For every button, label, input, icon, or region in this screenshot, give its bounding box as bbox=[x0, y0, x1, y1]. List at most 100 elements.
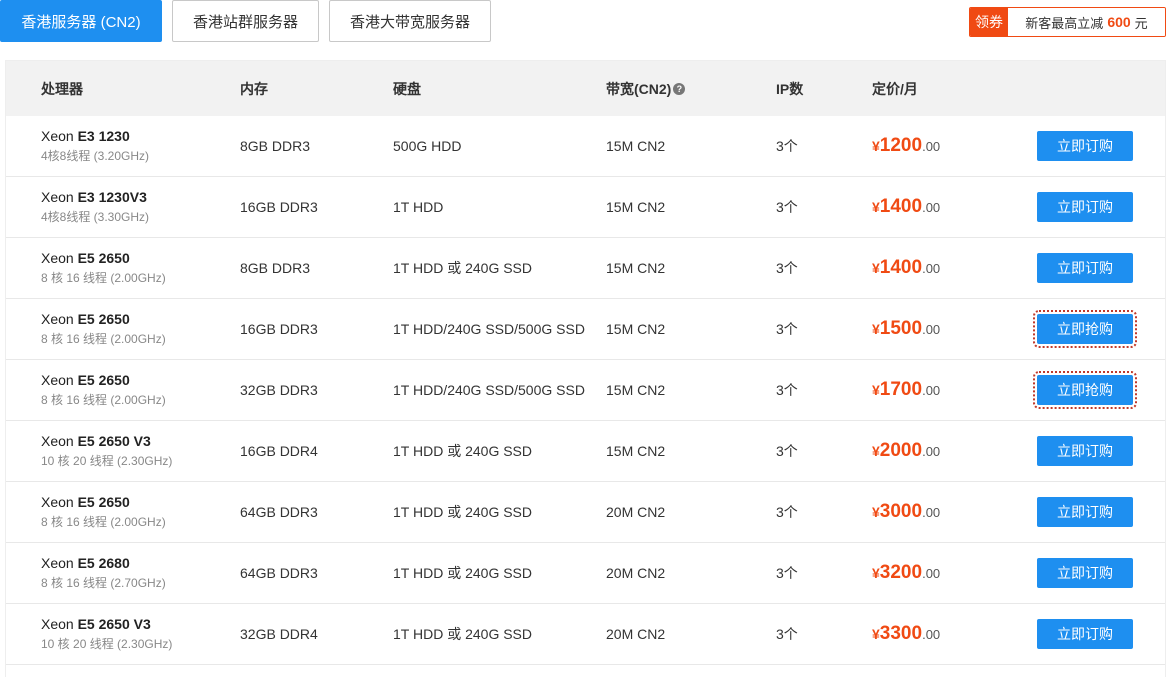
cpu-spec: 4核8线程 (3.20GHz) bbox=[41, 149, 150, 163]
cpu-name: Xeon E5 2650 bbox=[41, 311, 130, 327]
price-integer: 2000 bbox=[879, 440, 923, 461]
bandwidth-cell: 15M CN2 bbox=[606, 382, 666, 398]
currency-symbol: ¥ bbox=[872, 321, 880, 337]
order-now-button[interactable]: 立即订购 bbox=[1037, 436, 1133, 466]
price-decimal: .00 bbox=[922, 138, 941, 154]
tab-hk-station-group[interactable]: 香港站群服务器 bbox=[172, 0, 319, 42]
order-now-button[interactable]: 立即订购 bbox=[1037, 131, 1133, 161]
action-cell: 立即抢购 bbox=[1033, 360, 1137, 420]
cpu-brand: Xeon bbox=[41, 311, 74, 327]
bandwidth-cell: 15M CN2 bbox=[606, 443, 666, 459]
cpu-spec: 10 核 20 线程 (2.30GHz) bbox=[41, 454, 173, 468]
cpu-brand: Xeon bbox=[41, 494, 74, 510]
disk-cell: 1T HDD 或 240G SSD bbox=[393, 626, 533, 642]
price-cell: ¥1700.00 bbox=[872, 360, 940, 420]
price-cell: ¥3300.00 bbox=[872, 604, 940, 664]
action-cell: 立即订购 bbox=[1037, 177, 1133, 237]
order-now-button[interactable]: 立即订购 bbox=[1037, 558, 1133, 588]
cpu-cell: Xeon E3 1230V3 4核8线程 (3.30GHz) bbox=[41, 177, 149, 237]
table-row: Xeon E5 2650 8 核 16 线程 (2.00GHz) 32GB DDR3… bbox=[6, 360, 1165, 421]
disk-cell: 1T HDD/240G SSD/500G SSD bbox=[393, 321, 585, 337]
cpu-brand: Xeon bbox=[41, 128, 74, 144]
cpu-model: E3 1230 bbox=[77, 128, 130, 144]
cpu-spec: 8 核 16 线程 (2.00GHz) bbox=[41, 271, 166, 285]
memory-cell: 64GB DDR3 bbox=[240, 565, 318, 581]
currency-symbol: ¥ bbox=[872, 443, 880, 459]
tab-hk-cn2[interactable]: 香港服务器 (CN2) bbox=[0, 0, 162, 42]
price-cell: ¥2000.00 bbox=[872, 421, 940, 481]
cpu-brand: Xeon bbox=[41, 372, 74, 388]
flash-buy-button[interactable]: 立即抢购 bbox=[1033, 371, 1137, 409]
cpu-name: Xeon E3 1230V3 bbox=[41, 189, 147, 205]
disk-cell: 1T HDD 或 240G SSD bbox=[393, 504, 533, 520]
price-cell: ¥1400.00 bbox=[872, 238, 940, 298]
table-row: Xeon E5 2650 8 核 16 线程 (2.00GHz) 64GB DDR3… bbox=[6, 482, 1165, 543]
action-cell: 立即订购 bbox=[1037, 543, 1133, 603]
currency-symbol: ¥ bbox=[872, 504, 880, 520]
pricing-table: 处理器 内存 硬盘 带宽(CN2) ? IP数 定价/月 Xeon E3 123… bbox=[5, 60, 1166, 677]
tab-hk-big-bandwidth[interactable]: 香港大带宽服务器 bbox=[329, 0, 491, 42]
price-integer: 1700 bbox=[879, 379, 923, 400]
cpu-model: E3 1230V3 bbox=[77, 189, 147, 205]
coupon-unit: 元 bbox=[1134, 15, 1148, 31]
bandwidth-cell: 20M CN2 bbox=[606, 504, 666, 520]
cpu-cell: Xeon E5 2650 8 核 16 线程 (2.00GHz) bbox=[41, 482, 166, 542]
bandwidth-cell: 20M CN2 bbox=[606, 626, 666, 642]
price-decimal: .00 bbox=[922, 626, 941, 642]
currency-symbol: ¥ bbox=[872, 382, 880, 398]
flash-buy-button[interactable]: 立即抢购 bbox=[1033, 310, 1137, 348]
coupon-label: 新客最高立减 bbox=[1025, 15, 1104, 31]
cpu-brand: Xeon bbox=[41, 555, 74, 571]
table-row: Xeon E5 2650 8 核 16 线程 (2.00GHz) 8GB DDR3 1… bbox=[6, 238, 1165, 299]
coupon-amount: 600 bbox=[1107, 14, 1131, 30]
cpu-name: Xeon E5 2650 bbox=[41, 250, 130, 266]
ip-cell: 3个 bbox=[776, 260, 798, 276]
memory-cell: 16GB DDR3 bbox=[240, 321, 318, 337]
cpu-model: E5 2650 bbox=[77, 311, 130, 327]
memory-cell: 16GB DDR4 bbox=[240, 443, 318, 459]
question-circle-icon[interactable]: ? bbox=[673, 82, 686, 95]
header-bandwidth-label: 带宽(CN2) bbox=[606, 80, 672, 97]
header-ip: IP数 bbox=[776, 80, 804, 97]
price-decimal: .00 bbox=[922, 443, 941, 459]
coupon-banner[interactable]: 领券 新客最高立减 600 元 bbox=[969, 7, 1166, 37]
table-row: Xeon E3 1230V3 4核8线程 (3.30GHz) 16GB DDR3 1T… bbox=[6, 177, 1165, 238]
header-bandwidth: 带宽(CN2) ? bbox=[606, 61, 686, 116]
currency-symbol: ¥ bbox=[872, 260, 880, 276]
price-integer: 3300 bbox=[879, 623, 923, 644]
ip-cell: 3个 bbox=[776, 504, 798, 520]
table-header: 处理器 内存 硬盘 带宽(CN2) ? IP数 定价/月 bbox=[6, 61, 1165, 116]
price-integer: 3200 bbox=[879, 562, 923, 583]
ip-cell: 3个 bbox=[776, 443, 798, 459]
cpu-name: Xeon E3 1230 bbox=[41, 128, 130, 144]
table-body: Xeon E3 1230 4核8线程 (3.20GHz) 8GB DDR3 500G … bbox=[6, 116, 1165, 665]
currency-symbol: ¥ bbox=[872, 565, 880, 581]
cpu-name: Xeon E5 2650 bbox=[41, 372, 130, 388]
currency-symbol: ¥ bbox=[872, 626, 880, 642]
ip-cell: 3个 bbox=[776, 626, 798, 642]
price-decimal: .00 bbox=[922, 382, 941, 398]
price-decimal: .00 bbox=[922, 321, 941, 337]
price-decimal: .00 bbox=[922, 504, 941, 520]
header-cpu: 处理器 bbox=[41, 80, 83, 97]
price-cell: ¥3000.00 bbox=[872, 482, 940, 542]
currency-symbol: ¥ bbox=[872, 199, 880, 215]
disk-cell: 1T HDD 或 240G SSD bbox=[393, 565, 533, 581]
order-now-button[interactable]: 立即订购 bbox=[1037, 619, 1133, 649]
order-now-button[interactable]: 立即订购 bbox=[1037, 253, 1133, 283]
price-cell: ¥3200.00 bbox=[872, 543, 940, 603]
cpu-name: Xeon E5 2650 V3 bbox=[41, 616, 151, 632]
disk-cell: 1T HDD bbox=[393, 199, 444, 215]
table-row: Xeon E5 2650 V3 10 核 20 线程 (2.30GHz) 32GB … bbox=[6, 604, 1165, 665]
cpu-model: E5 2650 bbox=[77, 494, 130, 510]
price-integer: 1200 bbox=[879, 135, 923, 156]
cpu-spec: 4核8线程 (3.30GHz) bbox=[41, 210, 150, 224]
header-price: 定价/月 bbox=[872, 80, 918, 97]
order-now-button[interactable]: 立即订购 bbox=[1037, 497, 1133, 527]
price-integer: 3000 bbox=[879, 501, 923, 522]
coupon-text: 新客最高立减 600 元 bbox=[1008, 8, 1165, 36]
cpu-cell: Xeon E5 2650 V3 10 核 20 线程 (2.30GHz) bbox=[41, 421, 172, 481]
cpu-brand: Xeon bbox=[41, 616, 74, 632]
cpu-model: E5 2680 bbox=[77, 555, 130, 571]
order-now-button[interactable]: 立即订购 bbox=[1037, 192, 1133, 222]
